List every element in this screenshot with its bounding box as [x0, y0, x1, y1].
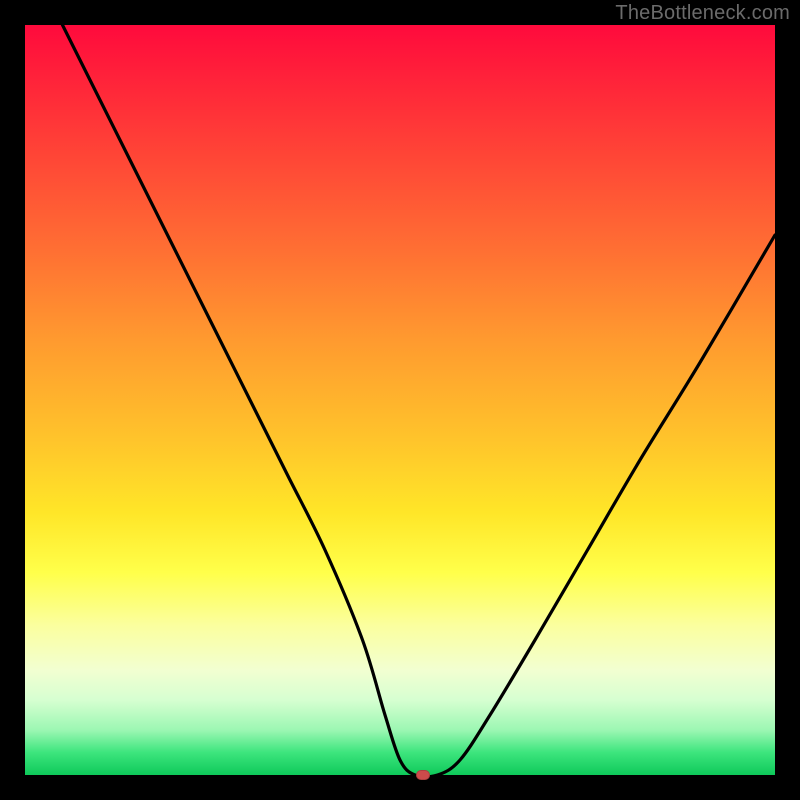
minimum-marker	[416, 770, 430, 780]
watermark-text: TheBottleneck.com	[615, 2, 790, 25]
curve-path	[63, 25, 776, 775]
chart-frame: TheBottleneck.com	[0, 0, 800, 800]
bottleneck-curve	[25, 25, 775, 775]
plot-area	[25, 25, 775, 775]
